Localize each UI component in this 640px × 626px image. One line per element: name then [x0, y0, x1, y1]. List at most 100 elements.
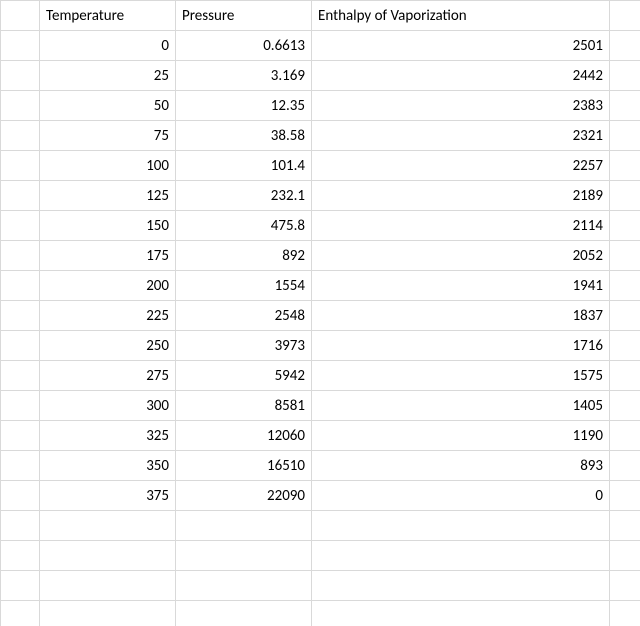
cell-pressure[interactable]: 892 — [176, 241, 312, 271]
leading-blank-cell[interactable] — [1, 1, 40, 31]
column-header-enthalpy[interactable]: Enthalpy of Vaporization — [312, 1, 610, 31]
leading-blank-cell[interactable] — [1, 301, 40, 331]
cell-temperature[interactable]: 200 — [40, 271, 176, 301]
cell-enthalpy[interactable]: 1575 — [312, 361, 610, 391]
cell-enthalpy[interactable]: 2257 — [312, 151, 610, 181]
cell-enthalpy[interactable]: 1837 — [312, 301, 610, 331]
trailing-blank-cell[interactable] — [610, 61, 640, 91]
empty-cell[interactable] — [312, 601, 610, 626]
cell-temperature[interactable]: 350 — [40, 451, 176, 481]
cell-enthalpy[interactable]: 2321 — [312, 121, 610, 151]
cell-pressure[interactable]: 5942 — [176, 361, 312, 391]
empty-cell[interactable] — [40, 601, 176, 626]
cell-enthalpy[interactable]: 1941 — [312, 271, 610, 301]
empty-cell[interactable] — [1, 511, 40, 541]
cell-enthalpy[interactable]: 893 — [312, 451, 610, 481]
empty-cell[interactable] — [176, 601, 312, 626]
cell-temperature[interactable]: 225 — [40, 301, 176, 331]
trailing-blank-cell[interactable] — [610, 271, 640, 301]
trailing-blank-cell[interactable] — [610, 331, 640, 361]
cell-temperature[interactable]: 125 — [40, 181, 176, 211]
cell-temperature[interactable]: 50 — [40, 91, 176, 121]
cell-pressure[interactable]: 16510 — [176, 451, 312, 481]
empty-cell[interactable] — [1, 571, 40, 601]
trailing-blank-cell[interactable] — [610, 181, 640, 211]
cell-temperature[interactable]: 325 — [40, 421, 176, 451]
trailing-blank-cell[interactable] — [610, 391, 640, 421]
empty-cell[interactable] — [610, 511, 640, 541]
empty-cell[interactable] — [40, 571, 176, 601]
trailing-blank-cell[interactable] — [610, 361, 640, 391]
cell-enthalpy[interactable]: 1716 — [312, 331, 610, 361]
cell-pressure[interactable]: 12060 — [176, 421, 312, 451]
empty-cell[interactable] — [312, 541, 610, 571]
column-header-pressure[interactable]: Pressure — [176, 1, 312, 31]
empty-cell[interactable] — [176, 571, 312, 601]
cell-enthalpy[interactable]: 2501 — [312, 31, 610, 61]
trailing-blank-cell[interactable] — [610, 241, 640, 271]
empty-cell[interactable] — [610, 541, 640, 571]
cell-temperature[interactable]: 250 — [40, 331, 176, 361]
trailing-blank-cell[interactable] — [610, 31, 640, 61]
cell-temperature[interactable]: 175 — [40, 241, 176, 271]
empty-cell[interactable] — [312, 571, 610, 601]
cell-pressure[interactable]: 1554 — [176, 271, 312, 301]
cell-pressure[interactable]: 101.4 — [176, 151, 312, 181]
leading-blank-cell[interactable] — [1, 61, 40, 91]
empty-cell[interactable] — [1, 541, 40, 571]
leading-blank-cell[interactable] — [1, 151, 40, 181]
empty-cell[interactable] — [610, 601, 640, 626]
cell-enthalpy[interactable]: 2442 — [312, 61, 610, 91]
trailing-blank-cell[interactable] — [610, 151, 640, 181]
leading-blank-cell[interactable] — [1, 241, 40, 271]
empty-cell[interactable] — [176, 511, 312, 541]
cell-enthalpy[interactable]: 2114 — [312, 211, 610, 241]
leading-blank-cell[interactable] — [1, 361, 40, 391]
cell-enthalpy[interactable]: 1190 — [312, 421, 610, 451]
trailing-blank-cell[interactable] — [610, 1, 640, 31]
trailing-blank-cell[interactable] — [610, 121, 640, 151]
cell-pressure[interactable]: 2548 — [176, 301, 312, 331]
cell-pressure[interactable]: 12.35 — [176, 91, 312, 121]
cell-pressure[interactable]: 8581 — [176, 391, 312, 421]
cell-enthalpy[interactable]: 2189 — [312, 181, 610, 211]
leading-blank-cell[interactable] — [1, 91, 40, 121]
trailing-blank-cell[interactable] — [610, 481, 640, 511]
leading-blank-cell[interactable] — [1, 31, 40, 61]
cell-enthalpy[interactable]: 0 — [312, 481, 610, 511]
cell-pressure[interactable]: 38.58 — [176, 121, 312, 151]
empty-cell[interactable] — [1, 601, 40, 626]
empty-cell[interactable] — [312, 511, 610, 541]
trailing-blank-cell[interactable] — [610, 91, 640, 121]
cell-pressure[interactable]: 475.8 — [176, 211, 312, 241]
cell-temperature[interactable]: 75 — [40, 121, 176, 151]
empty-cell[interactable] — [610, 571, 640, 601]
cell-pressure[interactable]: 22090 — [176, 481, 312, 511]
cell-temperature[interactable]: 100 — [40, 151, 176, 181]
empty-cell[interactable] — [40, 511, 176, 541]
cell-enthalpy[interactable]: 2052 — [312, 241, 610, 271]
cell-temperature[interactable]: 0 — [40, 31, 176, 61]
cell-enthalpy[interactable]: 2383 — [312, 91, 610, 121]
cell-temperature[interactable]: 375 — [40, 481, 176, 511]
trailing-blank-cell[interactable] — [610, 421, 640, 451]
cell-pressure[interactable]: 3.169 — [176, 61, 312, 91]
cell-enthalpy[interactable]: 1405 — [312, 391, 610, 421]
trailing-blank-cell[interactable] — [610, 301, 640, 331]
leading-blank-cell[interactable] — [1, 211, 40, 241]
cell-temperature[interactable]: 275 — [40, 361, 176, 391]
leading-blank-cell[interactable] — [1, 451, 40, 481]
cell-pressure[interactable]: 3973 — [176, 331, 312, 361]
cell-temperature[interactable]: 150 — [40, 211, 176, 241]
empty-cell[interactable] — [176, 541, 312, 571]
leading-blank-cell[interactable] — [1, 181, 40, 211]
cell-pressure[interactable]: 0.6613 — [176, 31, 312, 61]
trailing-blank-cell[interactable] — [610, 211, 640, 241]
leading-blank-cell[interactable] — [1, 271, 40, 301]
empty-cell[interactable] — [40, 541, 176, 571]
cell-temperature[interactable]: 25 — [40, 61, 176, 91]
leading-blank-cell[interactable] — [1, 391, 40, 421]
cell-temperature[interactable]: 300 — [40, 391, 176, 421]
trailing-blank-cell[interactable] — [610, 451, 640, 481]
cell-pressure[interactable]: 232.1 — [176, 181, 312, 211]
